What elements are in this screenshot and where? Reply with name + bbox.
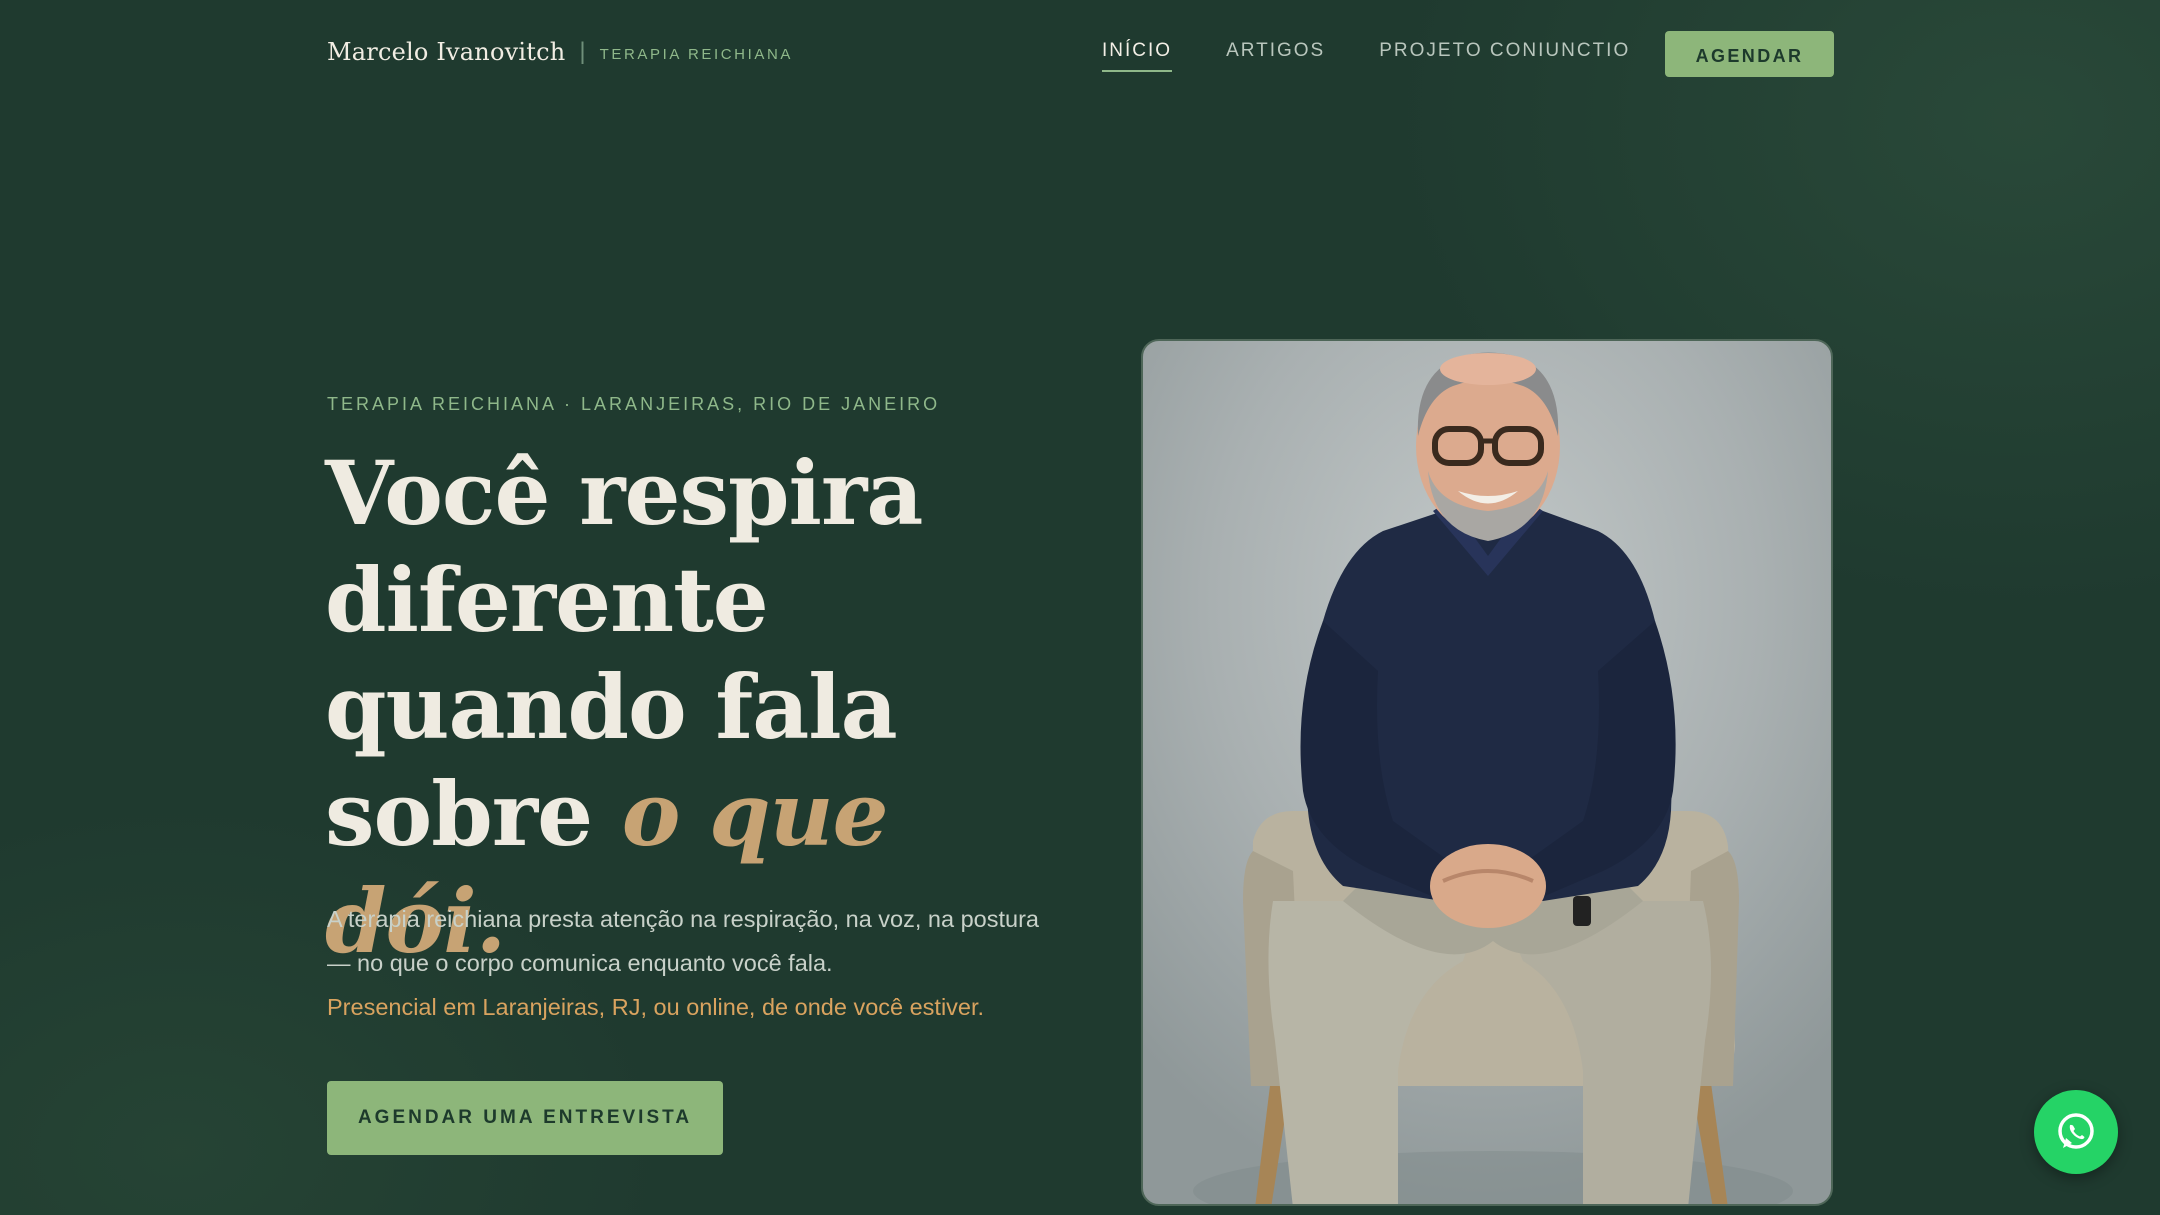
therapist-portrait xyxy=(1141,339,1833,1206)
brand-separator: | xyxy=(579,38,586,65)
nav-item-artigos[interactable]: ARTIGOS xyxy=(1226,40,1325,72)
whatsapp-icon xyxy=(2058,1113,2094,1149)
brand-tagline: TERAPIA REICHIANA xyxy=(599,45,794,63)
brand[interactable]: Marcelo Ivanovitch | TERAPIA REICHIANA xyxy=(327,38,793,66)
hero-headline: Você respira diferente quando fala sobre… xyxy=(325,440,1085,975)
headline-line-2: diferente xyxy=(325,548,769,652)
nav-item-projeto-coniunctio[interactable]: PROJETO CONIUNCTIO xyxy=(1379,40,1630,72)
headline-line-3: quando fala xyxy=(325,655,898,759)
headline-line-4: sobre xyxy=(325,762,622,866)
site-header: Marcelo Ivanovitch | TERAPIA REICHIANA I… xyxy=(327,0,1834,110)
headline-line-1: Você respira xyxy=(325,441,923,545)
whatsapp-button[interactable] xyxy=(2034,1090,2118,1174)
brand-name[interactable]: Marcelo Ivanovitch xyxy=(327,38,565,66)
main-nav: INÍCIO ARTIGOS PROJETO CONIUNCTIO xyxy=(1102,40,1684,72)
hero-lead: A terapia reichiana presta atenção na re… xyxy=(327,906,1039,976)
hero-lead-accent: Presencial em Laranjeiras, RJ, ou online… xyxy=(327,994,985,1020)
agendar-entrevista-button[interactable]: AGENDAR UMA ENTREVISTA xyxy=(327,1081,723,1155)
portrait-illustration xyxy=(1193,352,1793,1204)
agendar-button[interactable]: AGENDAR xyxy=(1665,31,1834,77)
hero-eyebrow: TERAPIA REICHIANA · LARANJEIRAS, RIO DE … xyxy=(327,394,941,414)
nav-item-inicio[interactable]: INÍCIO xyxy=(1102,40,1173,72)
